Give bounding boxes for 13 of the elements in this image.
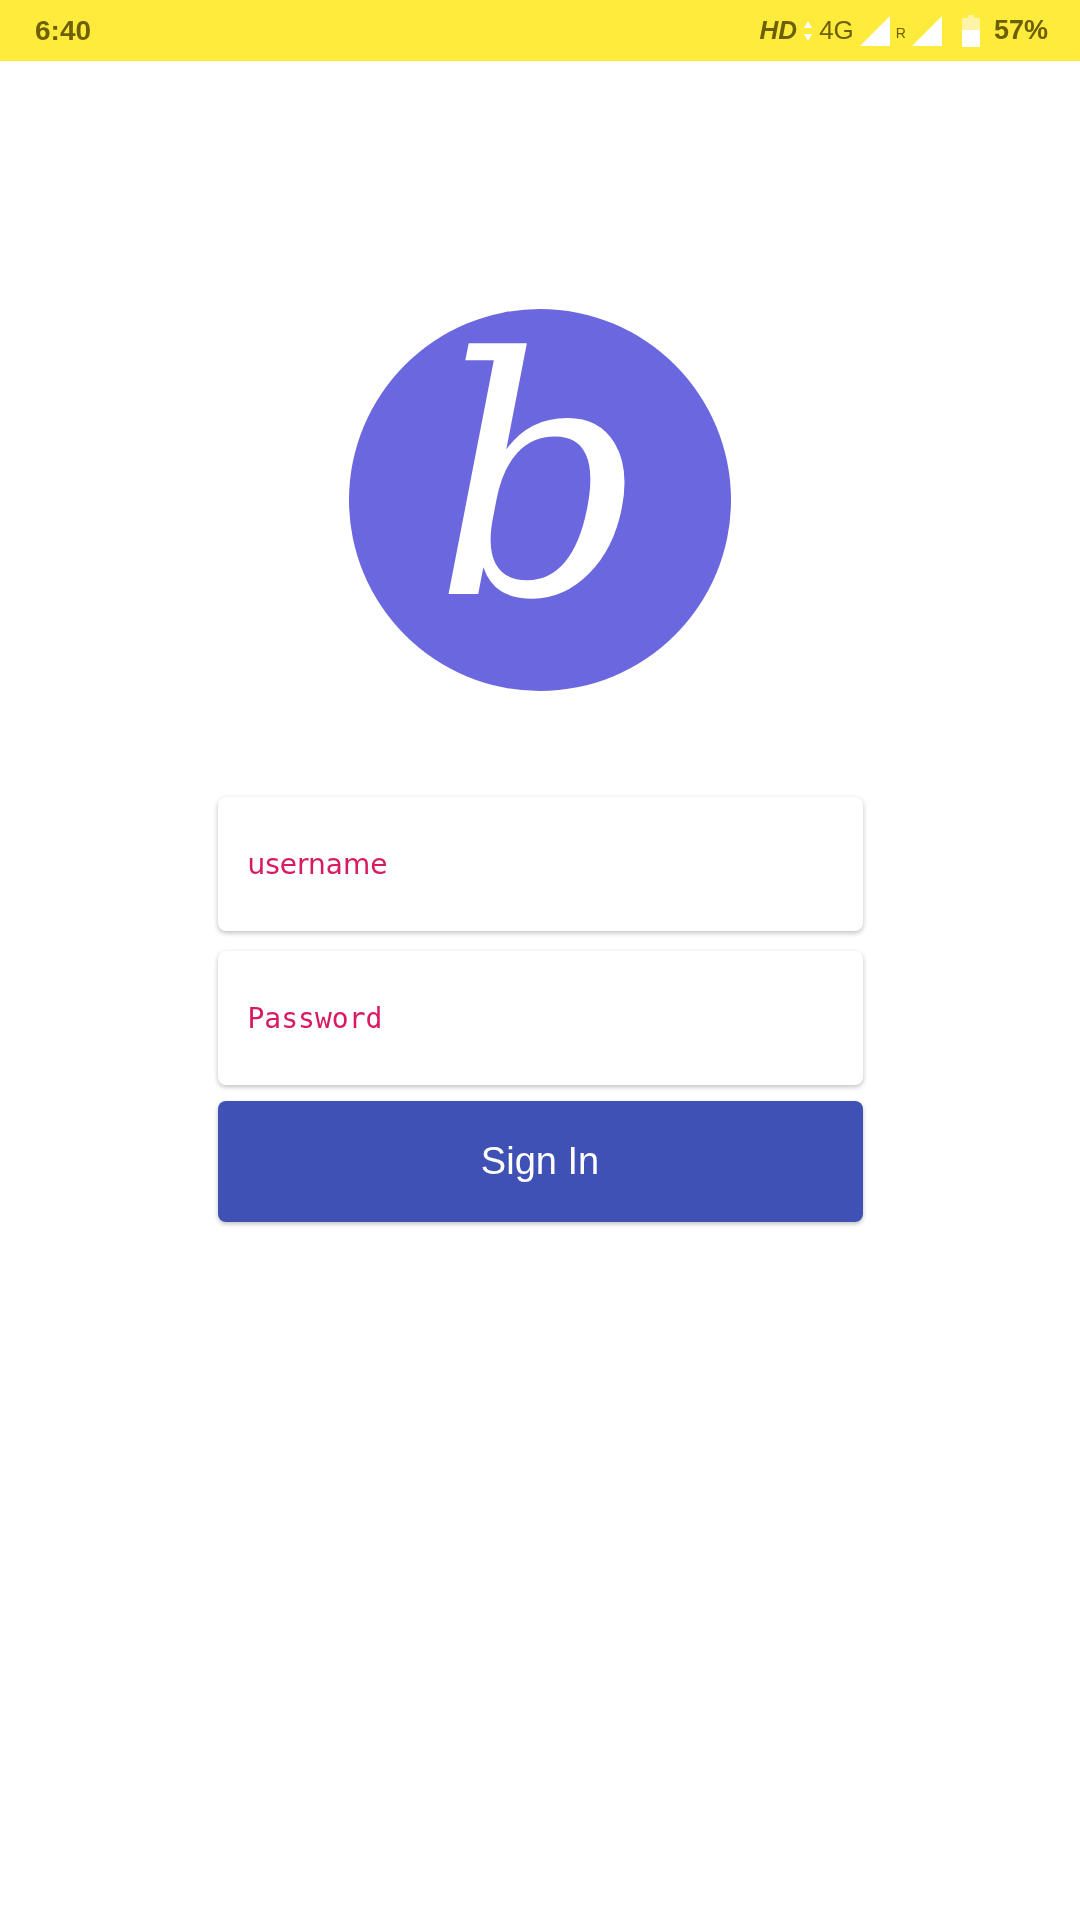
roaming-indicator: R bbox=[895, 24, 906, 41]
input-field[interactable]: Password bbox=[217, 951, 863, 1085]
signal-icon bbox=[911, 15, 942, 46]
hd-indicator: HD bbox=[759, 15, 798, 46]
sign-in-button[interactable]: Sign In bbox=[217, 1101, 863, 1222]
battery-icon bbox=[961, 14, 980, 47]
battery-level: 57% bbox=[993, 15, 1048, 46]
logo: b bbox=[349, 309, 731, 691]
data-arrows-icon bbox=[803, 19, 814, 42]
input-field[interactable]: username bbox=[217, 797, 863, 931]
clock: 6:40 bbox=[35, 14, 92, 47]
signal-icon bbox=[859, 15, 890, 46]
network-type: 4G bbox=[819, 15, 854, 46]
